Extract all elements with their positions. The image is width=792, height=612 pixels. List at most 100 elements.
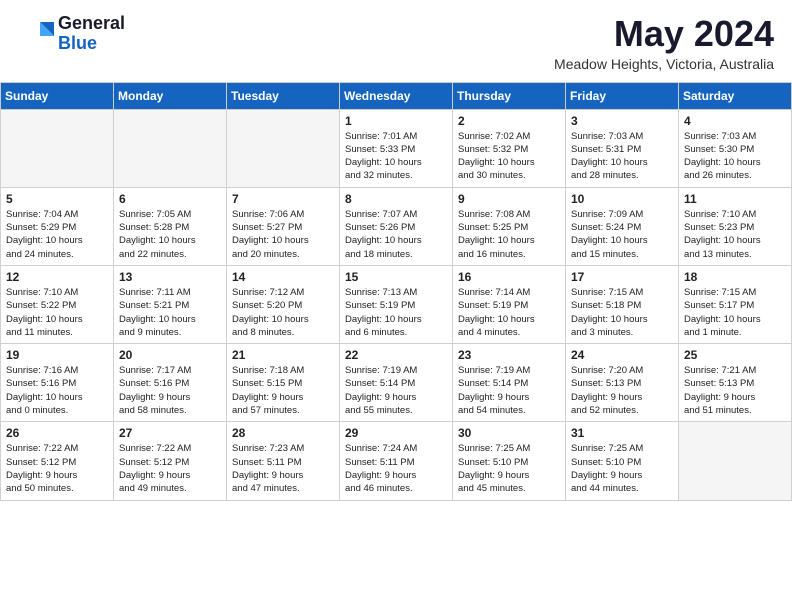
calendar-cell: 15 Sunrise: 7:13 AM Sunset: 5:19 PM Dayli…	[340, 265, 453, 343]
day-number: 2	[458, 114, 560, 128]
day-info: Sunrise: 7:03 AM Sunset: 5:31 PM Dayligh…	[571, 130, 673, 183]
day-info: Sunrise: 7:15 AM Sunset: 5:17 PM Dayligh…	[684, 286, 786, 339]
calendar-cell: 13Sunrise: 7:11 AM Sunset: 5:21 PM Dayli…	[114, 265, 227, 343]
calendar-cell	[679, 422, 792, 500]
calendar-cell: 18 Sunrise: 7:15 AM Sunset: 5:17 PM Dayli…	[679, 265, 792, 343]
day-of-week-header: Friday	[566, 82, 679, 109]
calendar-cell: 1 Sunrise: 7:01 AM Sunset: 5:33 PM Daylig…	[340, 109, 453, 187]
day-info: Sunrise: 7:25 AM Sunset: 5:10 PM Dayligh…	[571, 442, 673, 495]
calendar-cell: 10 Sunrise: 7:09 AM Sunset: 5:24 PM Dayli…	[566, 187, 679, 265]
calendar-week-row: 19Sunrise: 7:16 AM Sunset: 5:16 PM Dayli…	[1, 344, 792, 422]
day-number: 4	[684, 114, 786, 128]
day-number: 10	[571, 192, 673, 206]
day-info: Sunrise: 7:15 AM Sunset: 5:18 PM Dayligh…	[571, 286, 673, 339]
calendar-cell: 4 Sunrise: 7:03 AM Sunset: 5:30 PM Daylig…	[679, 109, 792, 187]
day-number: 9	[458, 192, 560, 206]
title-area: May 2024 Meadow Heights, Victoria, Austr…	[554, 14, 774, 72]
day-info: Sunrise: 7:04 AM Sunset: 5:29 PM Dayligh…	[6, 208, 108, 261]
day-number: 11	[684, 192, 786, 206]
day-info: Sunrise: 7:02 AM Sunset: 5:32 PM Dayligh…	[458, 130, 560, 183]
day-number: 21	[232, 348, 334, 362]
calendar-week-row: 26Sunrise: 7:22 AM Sunset: 5:12 PM Dayli…	[1, 422, 792, 500]
day-info: Sunrise: 7:14 AM Sunset: 5:19 PM Dayligh…	[458, 286, 560, 339]
calendar-cell: 16Sunrise: 7:14 AM Sunset: 5:19 PM Dayli…	[453, 265, 566, 343]
location: Meadow Heights, Victoria, Australia	[554, 56, 774, 72]
day-number: 25	[684, 348, 786, 362]
day-info: Sunrise: 7:08 AM Sunset: 5:25 PM Dayligh…	[458, 208, 560, 261]
day-info: Sunrise: 7:10 AM Sunset: 5:23 PM Dayligh…	[684, 208, 786, 261]
day-info: Sunrise: 7:25 AM Sunset: 5:10 PM Dayligh…	[458, 442, 560, 495]
day-number: 19	[6, 348, 108, 362]
day-info: Sunrise: 7:10 AM Sunset: 5:22 PM Dayligh…	[6, 286, 108, 339]
day-info: Sunrise: 7:18 AM Sunset: 5:15 PM Dayligh…	[232, 364, 334, 417]
month-year: May 2024	[554, 14, 774, 54]
calendar-cell: 24Sunrise: 7:20 AM Sunset: 5:13 PM Dayli…	[566, 344, 679, 422]
calendar-cell: 17 Sunrise: 7:15 AM Sunset: 5:18 PM Dayli…	[566, 265, 679, 343]
calendar-cell: 19Sunrise: 7:16 AM Sunset: 5:16 PM Dayli…	[1, 344, 114, 422]
day-of-week-header: Saturday	[679, 82, 792, 109]
day-number: 18	[684, 270, 786, 284]
day-info: Sunrise: 7:20 AM Sunset: 5:13 PM Dayligh…	[571, 364, 673, 417]
day-info: Sunrise: 7:19 AM Sunset: 5:14 PM Dayligh…	[345, 364, 447, 417]
day-info: Sunrise: 7:01 AM Sunset: 5:33 PM Dayligh…	[345, 130, 447, 183]
calendar-cell: 14Sunrise: 7:12 AM Sunset: 5:20 PM Dayli…	[227, 265, 340, 343]
day-number: 17	[571, 270, 673, 284]
day-number: 29	[345, 426, 447, 440]
day-number: 12	[6, 270, 108, 284]
day-of-week-header: Sunday	[1, 82, 114, 109]
calendar-cell: 8Sunrise: 7:07 AM Sunset: 5:26 PM Daylig…	[340, 187, 453, 265]
day-info: Sunrise: 7:06 AM Sunset: 5:27 PM Dayligh…	[232, 208, 334, 261]
day-number: 30	[458, 426, 560, 440]
day-number: 3	[571, 114, 673, 128]
day-of-week-header: Tuesday	[227, 82, 340, 109]
day-number: 28	[232, 426, 334, 440]
day-info: Sunrise: 7:09 AM Sunset: 5:24 PM Dayligh…	[571, 208, 673, 261]
day-of-week-header: Thursday	[453, 82, 566, 109]
calendar-cell: 12 Sunrise: 7:10 AM Sunset: 5:22 PM Dayli…	[1, 265, 114, 343]
calendar-cell: 31Sunrise: 7:25 AM Sunset: 5:10 PM Dayli…	[566, 422, 679, 500]
calendar-cell	[227, 109, 340, 187]
calendar-cell: 25 Sunrise: 7:21 AM Sunset: 5:13 PM Dayli…	[679, 344, 792, 422]
day-number: 6	[119, 192, 221, 206]
day-number: 15	[345, 270, 447, 284]
day-info: Sunrise: 7:19 AM Sunset: 5:14 PM Dayligh…	[458, 364, 560, 417]
day-number: 14	[232, 270, 334, 284]
day-info: Sunrise: 7:03 AM Sunset: 5:30 PM Dayligh…	[684, 130, 786, 183]
day-info: Sunrise: 7:22 AM Sunset: 5:12 PM Dayligh…	[119, 442, 221, 495]
day-number: 23	[458, 348, 560, 362]
calendar-week-row: 5 Sunrise: 7:04 AM Sunset: 5:29 PM Daylig…	[1, 187, 792, 265]
logo-general: General	[58, 14, 125, 34]
calendar-week-row: 1 Sunrise: 7:01 AM Sunset: 5:33 PM Daylig…	[1, 109, 792, 187]
logo-text: General Blue	[58, 14, 125, 54]
calendar-cell: 20 Sunrise: 7:17 AM Sunset: 5:16 PM Dayli…	[114, 344, 227, 422]
calendar-cell: 5 Sunrise: 7:04 AM Sunset: 5:29 PM Daylig…	[1, 187, 114, 265]
day-info: Sunrise: 7:05 AM Sunset: 5:28 PM Dayligh…	[119, 208, 221, 261]
day-number: 5	[6, 192, 108, 206]
day-info: Sunrise: 7:22 AM Sunset: 5:12 PM Dayligh…	[6, 442, 108, 495]
calendar-cell: 27Sunrise: 7:22 AM Sunset: 5:12 PM Dayli…	[114, 422, 227, 500]
day-info: Sunrise: 7:24 AM Sunset: 5:11 PM Dayligh…	[345, 442, 447, 495]
day-of-week-header: Wednesday	[340, 82, 453, 109]
calendar-cell: 30 Sunrise: 7:25 AM Sunset: 5:10 PM Dayli…	[453, 422, 566, 500]
logo-icon	[18, 16, 54, 52]
calendar-cell: 22 Sunrise: 7:19 AM Sunset: 5:14 PM Dayli…	[340, 344, 453, 422]
day-number: 20	[119, 348, 221, 362]
calendar-cell: 3 Sunrise: 7:03 AM Sunset: 5:31 PM Daylig…	[566, 109, 679, 187]
calendar-cell	[114, 109, 227, 187]
calendar-cell: 28 Sunrise: 7:23 AM Sunset: 5:11 PM Dayli…	[227, 422, 340, 500]
day-number: 22	[345, 348, 447, 362]
logo: General Blue	[18, 14, 125, 54]
calendar-header-row: SundayMondayTuesdayWednesdayThursdayFrid…	[1, 82, 792, 109]
day-info: Sunrise: 7:23 AM Sunset: 5:11 PM Dayligh…	[232, 442, 334, 495]
calendar-cell: 6 Sunrise: 7:05 AM Sunset: 5:28 PM Daylig…	[114, 187, 227, 265]
day-info: Sunrise: 7:17 AM Sunset: 5:16 PM Dayligh…	[119, 364, 221, 417]
calendar-cell: 11 Sunrise: 7:10 AM Sunset: 5:23 PM Dayli…	[679, 187, 792, 265]
calendar-cell	[1, 109, 114, 187]
calendar-cell: 29 Sunrise: 7:24 AM Sunset: 5:11 PM Dayli…	[340, 422, 453, 500]
calendar-cell: 7Sunrise: 7:06 AM Sunset: 5:27 PM Daylig…	[227, 187, 340, 265]
day-info: Sunrise: 7:13 AM Sunset: 5:19 PM Dayligh…	[345, 286, 447, 339]
page: General Blue May 2024 Meadow Heights, Vi…	[0, 0, 792, 501]
day-info: Sunrise: 7:11 AM Sunset: 5:21 PM Dayligh…	[119, 286, 221, 339]
day-info: Sunrise: 7:21 AM Sunset: 5:13 PM Dayligh…	[684, 364, 786, 417]
day-number: 1	[345, 114, 447, 128]
